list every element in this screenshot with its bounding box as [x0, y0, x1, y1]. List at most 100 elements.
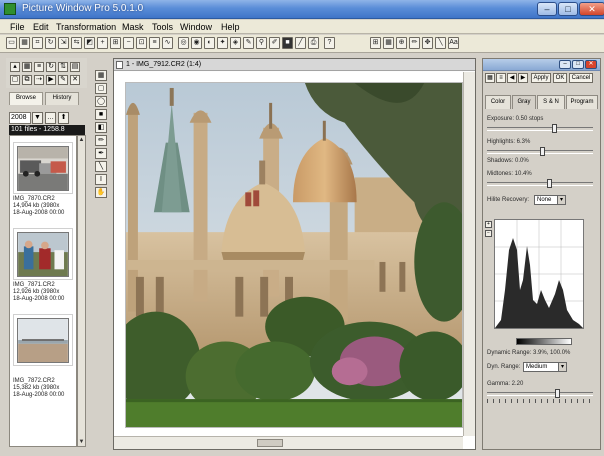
list-view-icon[interactable]: ≡	[34, 62, 44, 72]
ellipse-select-icon[interactable]: ◯	[95, 96, 107, 107]
maximize-button[interactable]: □	[558, 2, 578, 16]
panel-next-icon[interactable]: ▶	[518, 73, 528, 83]
filter-icon[interactable]: ✦	[217, 37, 228, 49]
plus-icon[interactable]: +	[97, 37, 108, 49]
list-item[interactable]	[13, 314, 73, 366]
measure-icon[interactable]: ╲	[435, 37, 446, 49]
slider-knob[interactable]	[540, 147, 545, 156]
scroll-down-icon[interactable]: ▼	[78, 438, 85, 446]
folder-select[interactable]: 2008	[9, 112, 31, 124]
fit-window-icon[interactable]: ⊞	[370, 37, 381, 49]
camera-raw-icon[interactable]: ◎	[178, 37, 189, 49]
grid-icon[interactable]: ▦	[19, 37, 30, 49]
tab-program[interactable]: Program	[566, 95, 598, 109]
move-icon[interactable]: ⇢	[34, 75, 44, 85]
menu-mask[interactable]: Mask	[122, 22, 144, 32]
tab-gray[interactable]: Gray	[512, 95, 536, 109]
tab-color[interactable]: Color	[485, 95, 511, 109]
file-list[interactable]: IMG_7870.CR2 14,904 kb (3980x 18-Aug-200…	[9, 135, 77, 447]
close-button[interactable]: ✕	[579, 2, 604, 16]
midtones-slider[interactable]	[487, 179, 593, 188]
delete-icon[interactable]: ✕	[70, 75, 80, 85]
minus-icon[interactable]: −	[123, 37, 134, 49]
menu-help[interactable]: Help	[221, 22, 240, 32]
fill-tool-icon[interactable]: ■	[95, 109, 107, 120]
highlights-slider[interactable]	[487, 147, 593, 156]
transform-icon[interactable]: ◩	[84, 37, 95, 49]
minimize-button[interactable]: –	[537, 2, 557, 16]
slider-knob[interactable]	[552, 124, 557, 133]
exposure-slider[interactable]	[487, 124, 593, 133]
color-icon[interactable]: ◈	[230, 37, 241, 49]
text-size-icon[interactable]: Aa	[448, 37, 459, 49]
sort-icon[interactable]: ⇅	[58, 62, 68, 72]
panel-close-button[interactable]: ✕	[585, 60, 597, 69]
panel-list-icon[interactable]: ≡	[496, 73, 506, 83]
compose-icon[interactable]: ⊡	[136, 37, 147, 49]
menu-file[interactable]: File	[10, 22, 25, 32]
open-file-icon[interactable]: ▭	[6, 37, 17, 49]
image-vertical-scrollbar[interactable]	[463, 72, 475, 436]
list-item[interactable]	[13, 228, 73, 280]
clone-icon[interactable]: ⚲	[256, 37, 267, 49]
lens-icon[interactable]: ◉	[191, 37, 202, 49]
slider-knob[interactable]	[555, 389, 560, 398]
parent-folder-icon[interactable]: ⬆	[58, 112, 69, 124]
tab-history[interactable]: History	[45, 92, 79, 105]
arrange-icon[interactable]: ⊞	[110, 37, 121, 49]
rename-icon[interactable]: ✎	[58, 75, 68, 85]
menu-window[interactable]: Window	[180, 22, 212, 32]
thumb-view-icon[interactable]: ▦	[22, 62, 32, 72]
gradient-tool-icon[interactable]: ◧	[95, 122, 107, 133]
mask-icon[interactable]: ■	[282, 37, 293, 49]
hilite-recovery-select[interactable]: None ▾	[534, 195, 566, 205]
menu-edit[interactable]: Edit	[33, 22, 49, 32]
line-tool-icon[interactable]: ╲	[95, 161, 107, 172]
ok-button[interactable]: OK	[553, 73, 567, 83]
image-canvas[interactable]	[114, 72, 475, 449]
apply-button[interactable]: Apply	[531, 73, 551, 83]
folder-up-icon[interactable]: ▴	[10, 62, 20, 72]
hand-tool-icon[interactable]: ✋	[95, 187, 107, 198]
help-icon[interactable]: ?	[324, 37, 335, 49]
filter-files-icon[interactable]: ▤	[70, 62, 80, 72]
flip-icon[interactable]: ⇆	[71, 37, 82, 49]
pan-icon[interactable]: ✥	[422, 37, 433, 49]
rect-select-icon[interactable]: ▢	[95, 83, 107, 94]
list-item[interactable]	[13, 142, 73, 194]
zoom-in-icon[interactable]: ⊕	[396, 37, 407, 49]
curve-icon[interactable]: ∿	[162, 37, 173, 49]
tab-browse[interactable]: Browse	[9, 92, 43, 105]
panel-maximize-button[interactable]: □	[572, 60, 584, 69]
copy-icon[interactable]: ⧉	[22, 75, 32, 85]
menu-transformation[interactable]: Transformation	[56, 22, 116, 32]
stack-icon[interactable]: ≡	[149, 37, 160, 49]
slider-knob[interactable]	[547, 179, 552, 188]
brush-tool-icon[interactable]: ✏	[95, 135, 107, 146]
text-cursor-icon[interactable]: I	[95, 174, 107, 185]
tab-s-and-n[interactable]: S & N	[537, 95, 565, 109]
select-icon[interactable]: ▢	[10, 75, 20, 85]
eyedropper-icon[interactable]: ✒	[95, 148, 107, 159]
histogram-remove-icon[interactable]: −	[485, 230, 492, 237]
scroll-up-icon[interactable]: ▲	[78, 136, 85, 144]
file-list-scrollbar[interactable]: ▲ ▼	[77, 135, 86, 447]
grid-tool-icon[interactable]: ▦	[95, 70, 107, 81]
cancel-button[interactable]: Cancel	[569, 73, 593, 83]
zoom-grid-icon[interactable]: ▦	[383, 37, 394, 49]
scroll-thumb[interactable]	[257, 439, 283, 447]
dyn-range-select[interactable]: Medium ▾	[523, 362, 567, 372]
channel-icon[interactable]: ◐	[204, 37, 215, 49]
panel-grid-icon[interactable]: ▦	[485, 73, 495, 83]
crop-icon[interactable]: ⌗	[32, 37, 43, 49]
menu-tools[interactable]: Tools	[152, 22, 173, 32]
folder-dropdown-icon[interactable]: ▼	[32, 112, 43, 124]
browse-folder-icon[interactable]: …	[45, 112, 56, 124]
print-icon[interactable]: ⎙	[308, 37, 319, 49]
dropper-icon[interactable]: ✎	[243, 37, 254, 49]
panel-prev-icon[interactable]: ◀	[507, 73, 517, 83]
histogram-add-icon[interactable]: +	[485, 221, 492, 228]
play-icon[interactable]: ▶	[46, 75, 56, 85]
image-horizontal-scrollbar[interactable]	[114, 436, 463, 449]
panel-minimize-button[interactable]: –	[559, 60, 571, 69]
